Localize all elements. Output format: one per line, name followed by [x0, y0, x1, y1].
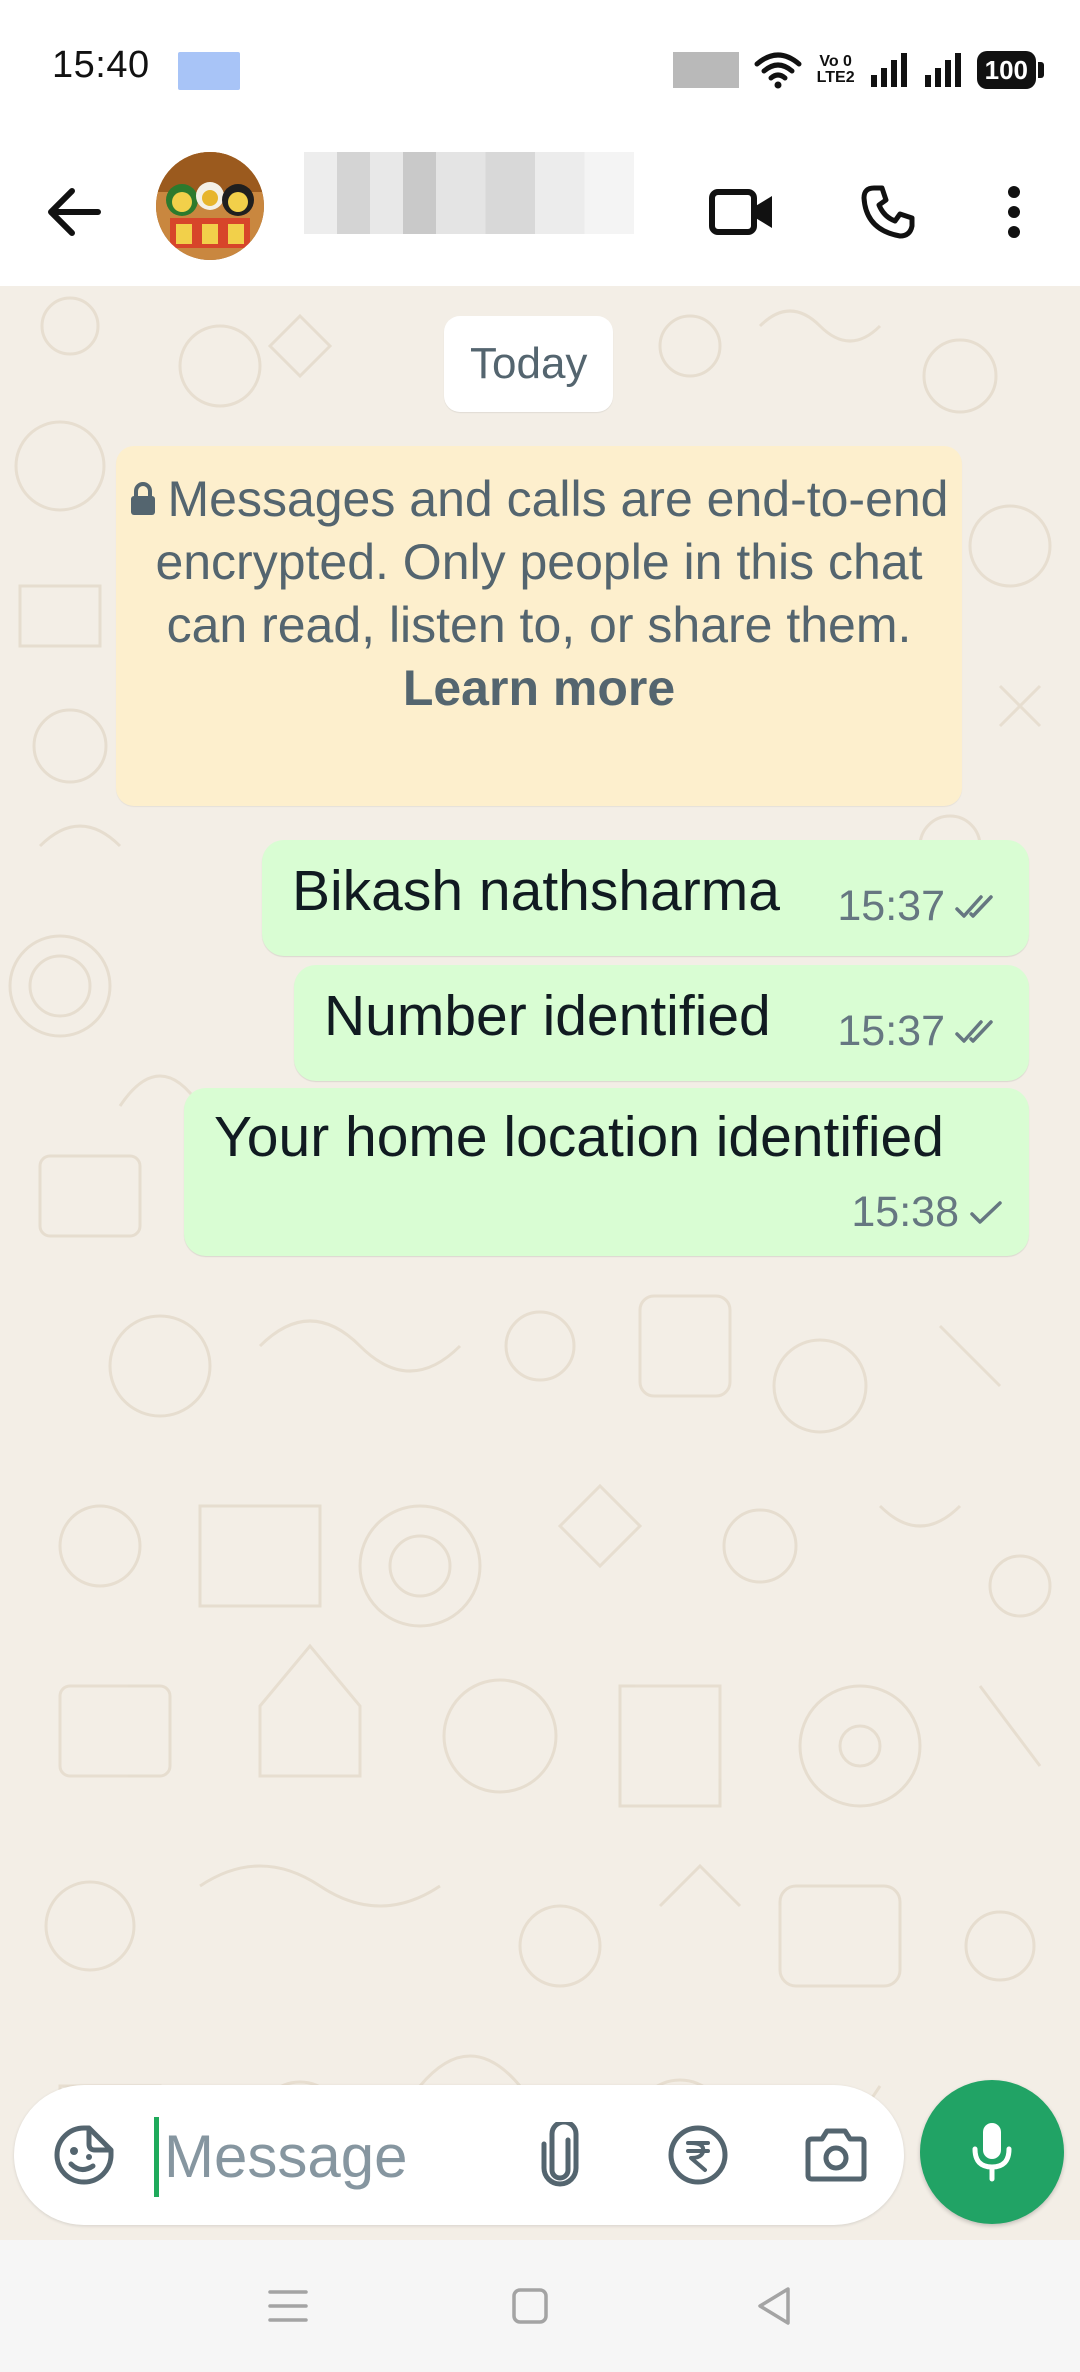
avatar[interactable]	[156, 152, 264, 260]
volte-icon: Vo 0 LTE2	[816, 53, 855, 86]
battery-icon: 100	[976, 51, 1045, 89]
rupee-icon	[668, 2125, 728, 2185]
double-check-icon	[955, 1019, 993, 1043]
message-bubble[interactable]: Bikash nathsharma 15:37	[262, 840, 1029, 956]
message-meta: 15:38	[851, 1188, 1003, 1237]
paperclip-icon	[541, 2122, 579, 2187]
mic-button[interactable]	[920, 2080, 1064, 2224]
mic-icon	[972, 2123, 1012, 2182]
video-call-button[interactable]	[700, 170, 784, 254]
wifi-icon	[754, 52, 802, 89]
video-camera-icon	[709, 189, 772, 235]
encryption-text: Messages and calls are end-to-end encryp…	[155, 471, 949, 653]
message-meta: 15:37	[837, 1007, 1003, 1056]
learn-more-link[interactable]: Learn more	[403, 660, 675, 716]
recent-apps-button[interactable]	[258, 2276, 318, 2336]
voice-call-button[interactable]	[846, 170, 930, 254]
notification-thumbnail	[178, 52, 240, 90]
camera-button[interactable]	[798, 2117, 874, 2193]
status-bar: 15:40 Vo 0 LTE2 100	[0, 0, 1080, 140]
sticker-button[interactable]	[46, 2117, 122, 2193]
message-text: Bikash nathsharma	[292, 859, 780, 923]
more-vertical-icon	[1008, 186, 1020, 238]
avatar-image	[156, 152, 264, 260]
message-text: Your home location identified	[214, 1105, 944, 1169]
status-icons: Vo 0 LTE2 100	[672, 46, 1045, 94]
arrow-left-icon	[48, 188, 101, 236]
blurred-icon	[672, 52, 739, 88]
message-composer	[14, 2085, 904, 2225]
chat-header	[0, 140, 1080, 286]
signal-icon	[870, 53, 907, 87]
message-meta: 15:37	[837, 882, 1003, 931]
date-separator: Today	[444, 316, 614, 412]
text-cursor	[154, 2117, 159, 2197]
message-bubble[interactable]: Your home location identified 15:38	[184, 1088, 1029, 1256]
status-time: 15:40	[52, 44, 150, 86]
payment-button[interactable]	[660, 2117, 736, 2193]
lock-icon	[131, 482, 156, 515]
menu-icon	[268, 2290, 308, 2322]
message-text: Number identified	[324, 984, 771, 1048]
message-time: 15:38	[851, 1188, 959, 1236]
message-bubble[interactable]: Number identified 15:37	[294, 965, 1029, 1081]
message-input[interactable]	[164, 2113, 494, 2199]
sticker-icon	[54, 2125, 114, 2185]
contact-name-blurred[interactable]	[304, 152, 634, 234]
encryption-notice[interactable]: Messages and calls are end-to-end encryp…	[116, 446, 962, 806]
phone-icon	[861, 185, 915, 239]
home-button[interactable]	[500, 2276, 560, 2336]
back-button[interactable]	[36, 174, 112, 250]
system-nav-bar	[0, 2240, 1080, 2372]
back-triangle-icon	[758, 2287, 790, 2325]
back-nav-button[interactable]	[744, 2276, 804, 2336]
chat-area[interactable]: Today Messages and calls are end-to-end …	[0, 286, 1080, 2240]
single-check-icon	[970, 1200, 1002, 1224]
message-time: 15:37	[837, 1007, 945, 1055]
signal-icon	[924, 53, 961, 87]
message-time: 15:37	[837, 882, 945, 930]
double-check-icon	[955, 894, 993, 918]
camera-icon	[805, 2128, 867, 2182]
more-options-button[interactable]	[972, 170, 1056, 254]
attach-button[interactable]	[522, 2117, 598, 2193]
home-square-icon	[512, 2288, 548, 2324]
